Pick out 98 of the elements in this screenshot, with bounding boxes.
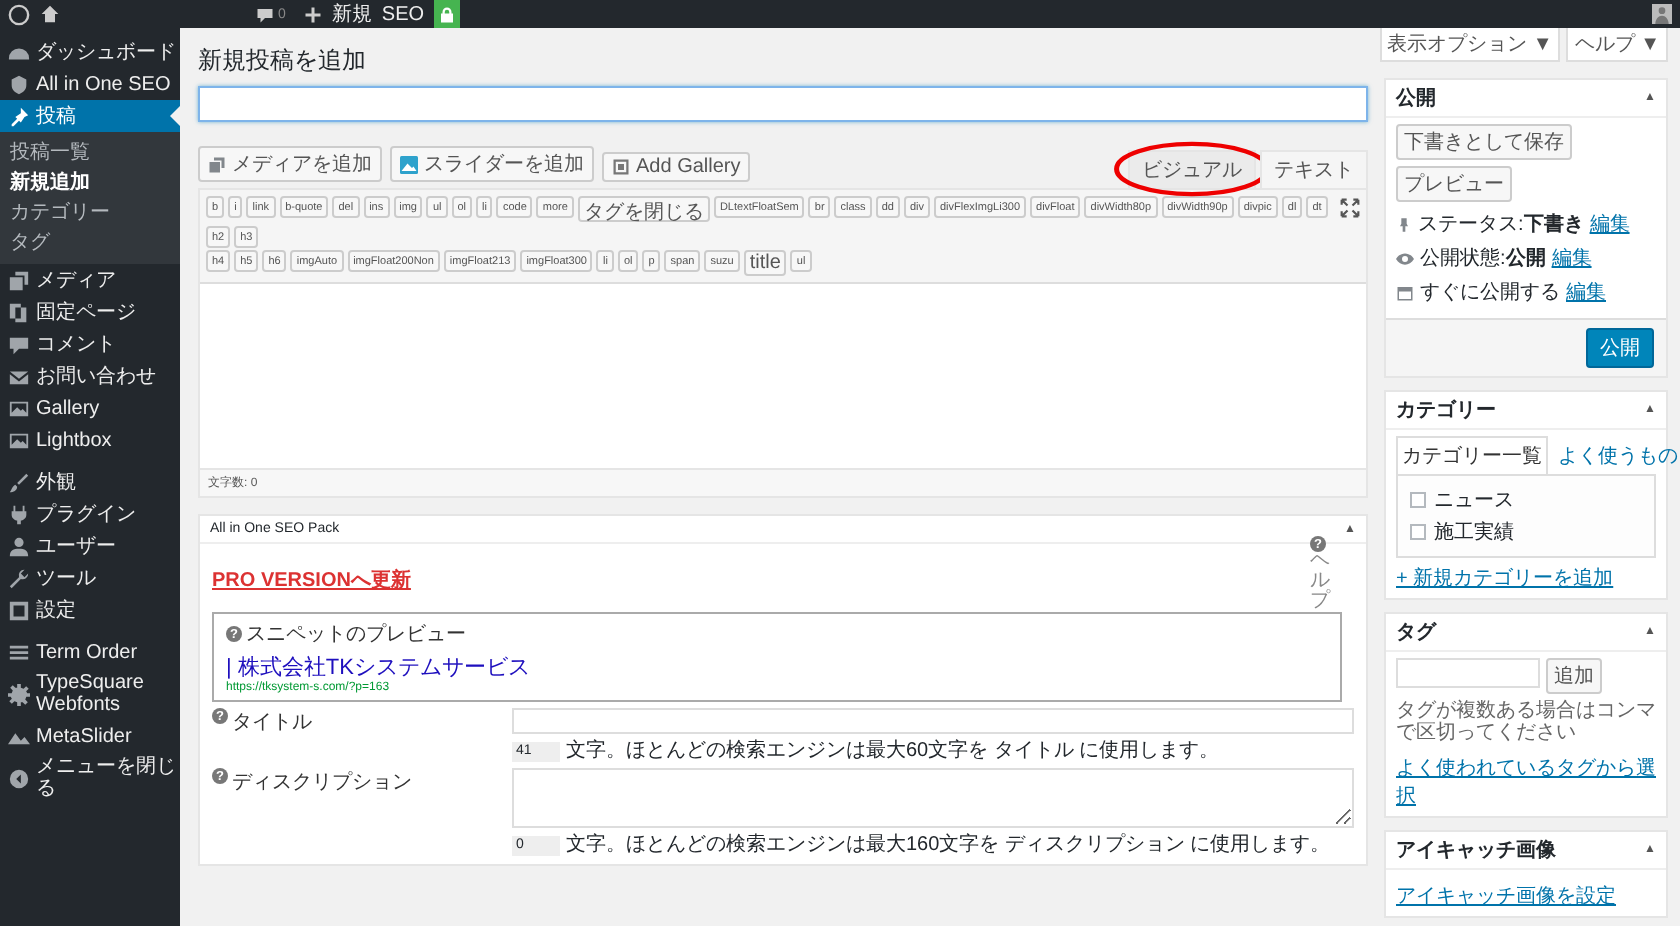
menu-item[interactable]: 設定	[0, 594, 180, 626]
publish-info: 公開状態:公開	[1420, 245, 1546, 272]
avatar-icon[interactable]	[1652, 4, 1672, 24]
settings-icon	[8, 599, 30, 621]
menu-item[interactable]: 固定ページ	[0, 296, 180, 328]
gear-icon	[8, 683, 30, 705]
save-draft-button[interactable]: 下書きとして保存	[1396, 124, 1572, 160]
publish-button[interactable]: 公開	[1586, 328, 1654, 368]
quicktag-button[interactable]: タグを閉じる	[577, 196, 710, 222]
lock-icon	[438, 5, 457, 23]
shield-icon	[8, 73, 30, 95]
publish-info: ステータス:下書き	[1418, 211, 1584, 238]
menu-item[interactable]: ユーザー	[0, 530, 180, 562]
calendar-icon	[1396, 283, 1414, 301]
edit-link[interactable]: 編集	[1566, 278, 1606, 306]
seo-title-field[interactable]	[512, 708, 1354, 734]
add-category-link[interactable]: + 新規カテゴリーを追加	[1396, 564, 1614, 592]
media-button[interactable]: スライダーを追加	[390, 146, 594, 182]
publish-info: すぐに公開する	[1420, 280, 1560, 306]
eye-icon	[1396, 249, 1414, 267]
screen-tab-button[interactable]: ヘルプ ▼	[1566, 28, 1668, 62]
collapse-icon	[8, 767, 30, 789]
add-tag-button[interactable]: 追加	[1546, 658, 1602, 694]
pin-icon	[1396, 215, 1412, 233]
submenu-item[interactable]: カテゴリー	[0, 198, 180, 228]
menu-item[interactable]: MetaSlider	[0, 720, 180, 752]
popular-tags-link[interactable]: よく使われているタグから選択	[1396, 754, 1656, 810]
tag-hint: タグが複数ある場合はコンマで区切ってください	[1396, 700, 1656, 744]
checkbox[interactable]	[1410, 492, 1426, 508]
title-field[interactable]	[198, 86, 1368, 122]
snippet-label: スニペットのプレビュー	[246, 621, 466, 648]
list-icon	[8, 641, 30, 663]
brush-icon	[8, 471, 30, 493]
edit-link[interactable]: 編集	[1551, 244, 1592, 272]
screen-tab-button[interactable]: 表示オプション ▼	[1379, 28, 1561, 62]
menu-item[interactable]: コメント	[0, 328, 180, 360]
pin-icon	[8, 105, 30, 127]
user-icon	[8, 535, 30, 557]
menu-item[interactable]: メニューを閉じる	[0, 752, 180, 804]
pages-icon	[8, 301, 30, 323]
new-link[interactable]: 新規	[331, 0, 372, 28]
comment-icon	[8, 333, 30, 355]
photos-icon	[8, 269, 30, 291]
field-hint: 文字。ほとんどの検索エンジンは最大160文字を ディスクリプション に使用します。	[566, 834, 1331, 856]
menu-item[interactable]: ツール	[0, 562, 180, 594]
media-icon	[208, 155, 226, 173]
page-title: 新規投稿を追加	[198, 46, 368, 74]
set-featured-image-link[interactable]: アイキャッチ画像を設定	[1396, 882, 1616, 910]
home-icon[interactable]	[40, 4, 60, 24]
logo-icon[interactable]	[8, 3, 30, 25]
media-button[interactable]: Add Gallery	[602, 152, 751, 182]
menu-item[interactable]: お問い合わせ	[0, 360, 180, 392]
menu-item[interactable]: Gallery	[0, 392, 180, 424]
menu-item[interactable]: TypeSquare Webfonts	[0, 668, 180, 720]
submenu-item[interactable]: タグ	[0, 228, 180, 258]
seo-link[interactable]: SEO	[381, 3, 425, 25]
preview-button[interactable]: プレビュー	[1396, 166, 1512, 202]
menu-item[interactable]: Term Order	[0, 636, 180, 668]
panel-title: タグ	[1396, 620, 1436, 646]
plus-icon[interactable]	[303, 5, 322, 23]
plug-icon	[8, 503, 30, 525]
field-hint: 文字。ほとんどの検索エンジンは最大60文字を タイトル に使用します。	[566, 740, 1220, 762]
tag-field[interactable]	[1396, 658, 1540, 688]
quicktag-button[interactable]: title	[743, 250, 787, 276]
pro-version-link[interactable]: PRO VERSIONへ更新	[212, 566, 411, 594]
menu-item[interactable]: All in One SEO	[0, 68, 180, 100]
panel-title: アイキャッチ画像	[1396, 837, 1556, 864]
category-label: 施工実績	[1434, 519, 1514, 546]
edit-link[interactable]: 編集	[1589, 210, 1630, 238]
fullscreen-icon[interactable]	[1340, 198, 1360, 218]
menu-item[interactable]: プラグイン	[0, 498, 180, 530]
category-tab[interactable]: よく使うもの	[1552, 436, 1680, 474]
submenu-item[interactable]: 新規追加	[0, 168, 180, 198]
lock-button[interactable]	[434, 0, 461, 28]
help-label[interactable]: ヘルプ	[1310, 552, 1330, 612]
slider-icon	[400, 155, 418, 173]
wrench-icon	[8, 567, 30, 589]
media-button[interactable]: メディアを追加	[198, 146, 382, 182]
snippet-title: | 株式会社TKシステムサービス	[226, 654, 532, 681]
gallery-icon	[612, 158, 630, 176]
comment-icon[interactable]	[256, 5, 274, 23]
checkbox[interactable]	[1410, 524, 1426, 540]
editor-tab[interactable]: テキスト	[1260, 150, 1368, 188]
panel-title: カテゴリー	[1396, 397, 1496, 424]
field-label: タイトル	[232, 710, 312, 736]
image-icon	[8, 429, 30, 451]
menu-item[interactable]: ダッシュボード	[0, 36, 180, 68]
description-field[interactable]	[512, 768, 1354, 828]
category-label: ニュース	[1434, 488, 1514, 514]
panel-title: 公開	[1396, 85, 1436, 112]
editor-tab[interactable]: ビジュアル	[1128, 150, 1256, 188]
menu-item[interactable]: 外観	[0, 466, 180, 498]
submenu-item[interactable]: 投稿一覧	[0, 138, 180, 168]
menu-item[interactable]: 投稿	[0, 100, 180, 132]
field-label: ディスクリプション	[232, 769, 412, 796]
image-icon	[8, 397, 30, 419]
menu-item[interactable]: メディア	[0, 264, 180, 296]
menu-item[interactable]: Lightbox	[0, 424, 180, 456]
